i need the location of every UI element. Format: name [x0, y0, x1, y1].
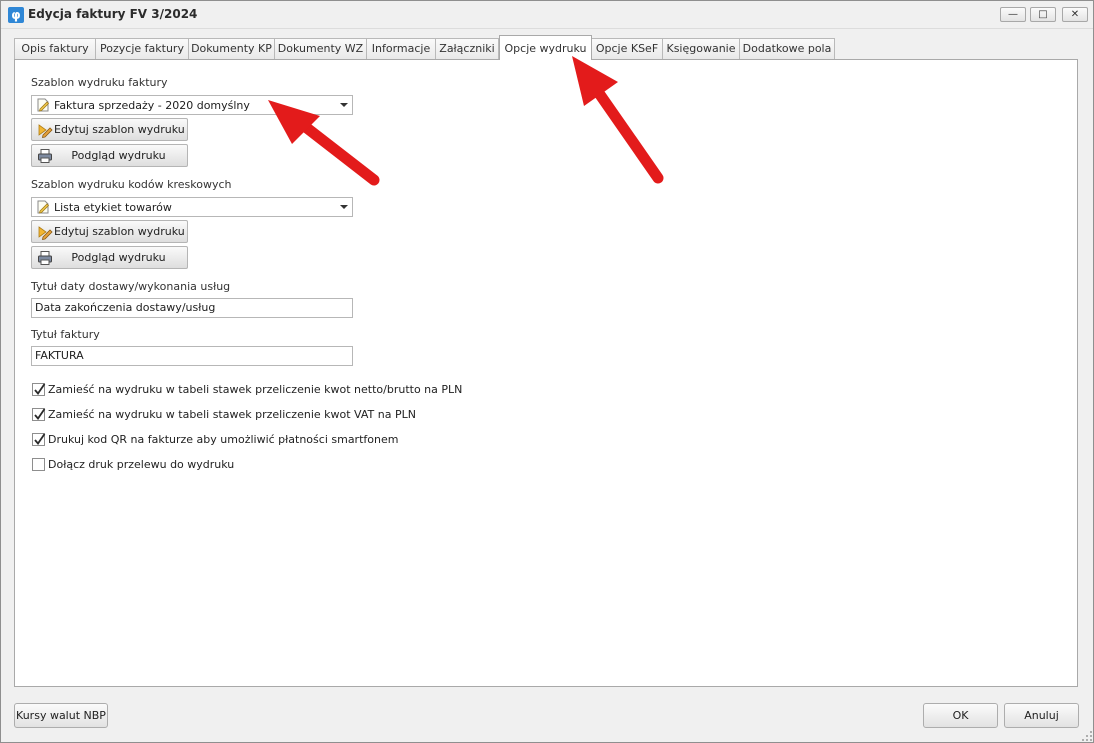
barcode-template-select[interactable]: Lista etykiet towarów: [31, 197, 353, 217]
barcode-template-value: Lista etykiet towarów: [54, 201, 172, 214]
delivery-date-title-label: Tytuł daty dostawy/wykonania usług: [31, 280, 231, 293]
title-bar: φ Edycja faktury FV 3/2024 — □ ✕: [1, 1, 1093, 29]
printer-icon: [38, 251, 52, 265]
invoice-preview-button[interactable]: Podgląd wydruku: [31, 144, 188, 167]
document-edit-icon: [37, 200, 50, 214]
checkmark-icon: [34, 433, 46, 445]
invoice-edit-window: φ Edycja faktury FV 3/2024 — □ ✕ Opis fa…: [0, 0, 1094, 743]
checkmark-icon: [34, 408, 46, 420]
tab-dodatkowe-pola[interactable]: Dodatkowe pola: [739, 38, 835, 59]
annotation-arrow-icon: [572, 56, 664, 184]
pencil-edit-icon: [38, 124, 53, 138]
app-logo-icon: φ: [8, 7, 24, 23]
checkbox-netto-brutto-pln-label[interactable]: Zamieść na wydruku w tabeli stawek przel…: [48, 383, 462, 396]
barcode-edit-template-button[interactable]: Edytuj szablon wydruku: [31, 220, 188, 243]
barcode-edit-template-label: Edytuj szablon wydruku: [54, 225, 185, 238]
nbp-rates-button[interactable]: Kursy walut NBP: [14, 703, 108, 728]
maximize-button[interactable]: □: [1030, 7, 1056, 22]
tab-pozycje-faktury[interactable]: Pozycje faktury: [95, 38, 189, 59]
checkbox-transfer-form[interactable]: [32, 458, 45, 471]
checkbox-vat-pln-label[interactable]: Zamieść na wydruku w tabeli stawek przel…: [48, 408, 416, 421]
invoice-preview-label: Podgląd wydruku: [71, 149, 166, 162]
invoice-title-input[interactable]: FAKTURA: [31, 346, 353, 366]
delivery-date-title-input[interactable]: Data zakończenia dostawy/usług: [31, 298, 353, 318]
pencil-edit-icon: [38, 226, 53, 240]
checkbox-transfer-form-label[interactable]: Dołącz druk przelewu do wydruku: [48, 458, 234, 471]
document-edit-icon: [37, 98, 50, 112]
tab-opis-faktury[interactable]: Opis faktury: [14, 38, 96, 59]
invoice-title-label: Tytuł faktury: [31, 328, 100, 341]
window-title: Edycja faktury FV 3/2024: [28, 7, 198, 21]
tab-informacje[interactable]: Informacje: [366, 38, 436, 59]
checkbox-qr-code[interactable]: [32, 433, 46, 446]
close-button[interactable]: ✕: [1062, 7, 1088, 22]
ok-button[interactable]: OK: [923, 703, 998, 728]
tab-zalaczniki[interactable]: Załączniki: [435, 38, 499, 59]
checkbox-vat-pln[interactable]: [32, 408, 46, 421]
tab-ksiegowanie[interactable]: Księgowanie: [662, 38, 740, 59]
minimize-button[interactable]: —: [1000, 7, 1026, 22]
tab-dokumenty-wz[interactable]: Dokumenty WZ: [274, 38, 367, 59]
invoice-template-value: Faktura sprzedaży - 2020 domyślny: [54, 99, 250, 112]
resize-grip-icon[interactable]: [1081, 730, 1093, 742]
tab-dokumenty-kp[interactable]: Dokumenty KP: [188, 38, 275, 59]
barcode-template-label: Szablon wydruku kodów kreskowych: [31, 178, 232, 191]
invoice-template-label: Szablon wydruku faktury: [31, 76, 168, 89]
annotation-arrow-icon: [268, 100, 380, 186]
print-options-panel: Szablon wydruku faktury Faktura sprzedaż…: [14, 59, 1078, 687]
invoice-edit-template-label: Edytuj szablon wydruku: [54, 123, 185, 136]
barcode-preview-button[interactable]: Podgląd wydruku: [31, 246, 188, 269]
checkbox-netto-brutto-pln[interactable]: [32, 383, 46, 396]
checkbox-qr-code-label[interactable]: Drukuj kod QR na fakturze aby umożliwić …: [48, 433, 398, 446]
checkmark-icon: [34, 383, 46, 395]
cancel-button[interactable]: Anuluj: [1004, 703, 1079, 728]
chevron-down-icon[interactable]: [340, 205, 348, 209]
invoice-edit-template-button[interactable]: Edytuj szablon wydruku: [31, 118, 188, 141]
printer-icon: [38, 149, 52, 163]
barcode-preview-label: Podgląd wydruku: [71, 251, 166, 264]
